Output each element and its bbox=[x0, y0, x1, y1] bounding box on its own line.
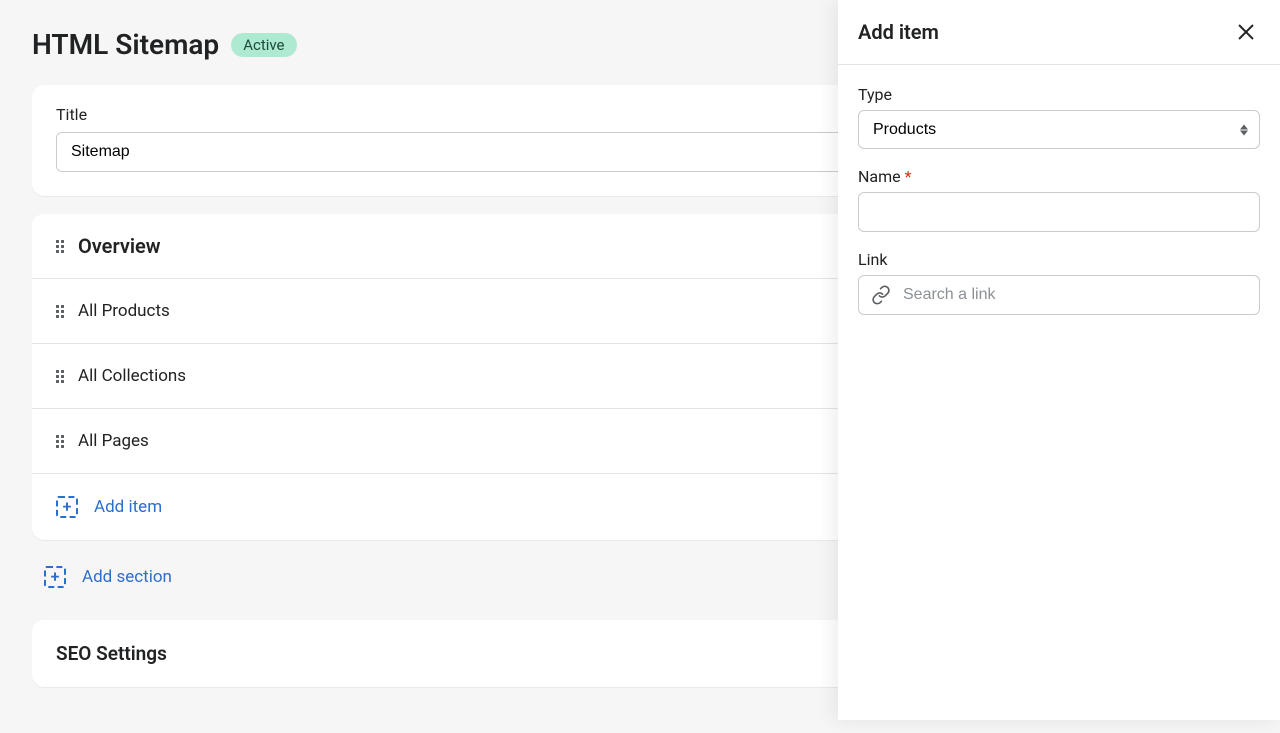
section-title: Overview bbox=[78, 234, 161, 258]
list-item-label: All Products bbox=[78, 301, 170, 321]
drag-handle-icon[interactable] bbox=[56, 305, 64, 318]
status-badge: Active bbox=[231, 33, 296, 57]
link-field: Link bbox=[858, 250, 1260, 315]
type-field: Type Products bbox=[858, 85, 1260, 149]
close-icon bbox=[1235, 21, 1257, 43]
add-item-label: Add item bbox=[94, 497, 162, 517]
panel-title: Add item bbox=[858, 20, 939, 44]
required-indicator: * bbox=[905, 167, 912, 186]
type-select[interactable]: Products bbox=[858, 110, 1260, 149]
name-input[interactable] bbox=[858, 192, 1260, 232]
panel-header: Add item bbox=[838, 0, 1280, 65]
link-input[interactable] bbox=[903, 276, 1259, 314]
add-dashed-icon: + bbox=[44, 566, 66, 588]
link-icon bbox=[859, 285, 903, 305]
name-label: Name * bbox=[858, 167, 1260, 186]
page-title: HTML Sitemap bbox=[32, 28, 219, 61]
add-dashed-icon: + bbox=[56, 496, 78, 518]
add-item-panel: Add item Type Products Name bbox=[838, 0, 1280, 720]
close-button[interactable] bbox=[1232, 18, 1260, 46]
drag-handle-icon[interactable] bbox=[56, 370, 64, 383]
link-label: Link bbox=[858, 250, 1260, 269]
name-field: Name * bbox=[858, 167, 1260, 232]
add-section-label: Add section bbox=[82, 567, 172, 587]
drag-handle-icon[interactable] bbox=[56, 240, 64, 253]
drag-handle-icon[interactable] bbox=[56, 435, 64, 448]
list-item-label: All Collections bbox=[78, 366, 186, 386]
list-item-label: All Pages bbox=[78, 431, 149, 451]
type-label: Type bbox=[858, 85, 1260, 104]
